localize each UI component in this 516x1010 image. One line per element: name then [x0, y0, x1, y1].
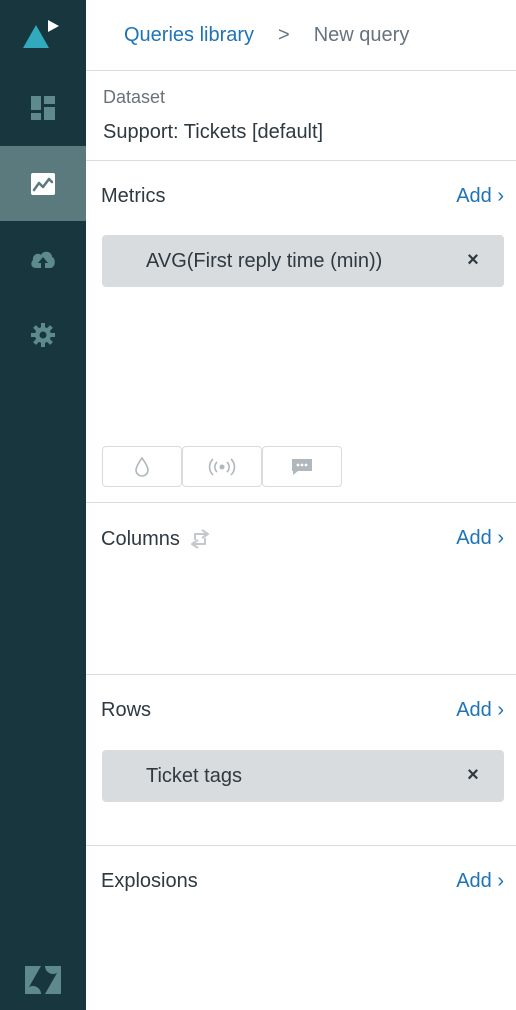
explosions-title: Explosions — [101, 870, 198, 892]
rows-section: Rows Add › Ticket tags × — [86, 675, 516, 846]
nav-item-dashboards[interactable] — [0, 70, 86, 145]
rows-add-link[interactable]: Add › — [456, 699, 504, 722]
breadcrumb-queries-library-link[interactable]: Queries library — [124, 24, 254, 47]
metric-tools — [102, 446, 342, 487]
query-editor-panel: Queries library > New query Dataset Supp… — [86, 0, 516, 1010]
comment-icon — [292, 458, 312, 475]
row-pill[interactable]: Ticket tags × — [102, 750, 504, 802]
chart-icon — [31, 172, 55, 195]
explore-logo-icon — [23, 20, 59, 48]
zendesk-logo[interactable] — [0, 950, 86, 1010]
nav-item-queries[interactable] — [0, 146, 86, 221]
drop-metric-button[interactable] — [102, 446, 182, 487]
metric-pill-label: AVG(First reply time (min)) — [146, 249, 383, 272]
swap-icon[interactable] — [188, 527, 212, 551]
rows-title: Rows — [101, 699, 152, 721]
metrics-title: Metrics — [101, 185, 166, 207]
explosions-section: Explosions Add › — [86, 846, 516, 1010]
dataset-selector[interactable]: Dataset Support: Tickets [default] — [86, 71, 516, 161]
remove-metric-close-icon[interactable]: × — [462, 249, 484, 271]
columns-section: Columns Add › — [86, 503, 516, 675]
gear-icon — [31, 322, 55, 347]
nav-item-settings[interactable] — [0, 297, 86, 372]
explosions-add-link[interactable]: Add › — [456, 870, 504, 893]
breadcrumb: Queries library > New query — [86, 0, 516, 71]
nav-rail — [0, 0, 86, 1010]
broadcast-metric-button[interactable] — [182, 446, 262, 487]
breadcrumb-separator: > — [278, 23, 290, 46]
columns-title-wrap: Columns — [101, 527, 212, 551]
dataset-value: Support: Tickets [default] — [103, 121, 324, 143]
dashboard-icon — [31, 95, 55, 120]
dataset-label: Dataset — [103, 87, 166, 107]
zendesk-logo-icon — [25, 966, 61, 994]
metrics-section: Metrics Add › AVG(First reply time (min)… — [86, 161, 516, 503]
broadcast-icon — [208, 457, 236, 476]
columns-add-link[interactable]: Add › — [456, 527, 504, 550]
metrics-add-link[interactable]: Add › — [456, 185, 504, 208]
product-logo[interactable] — [0, 0, 86, 70]
cloud-upload-icon — [31, 251, 55, 268]
columns-title: Columns — [101, 527, 180, 550]
droplet-icon — [135, 456, 149, 477]
metric-pill[interactable]: AVG(First reply time (min)) × — [102, 235, 504, 287]
row-pill-label: Ticket tags — [146, 764, 242, 787]
comment-metric-button[interactable] — [262, 446, 342, 487]
nav-item-datasets[interactable] — [0, 222, 86, 297]
remove-row-close-icon[interactable]: × — [462, 764, 484, 786]
breadcrumb-current: New query — [313, 23, 410, 46]
